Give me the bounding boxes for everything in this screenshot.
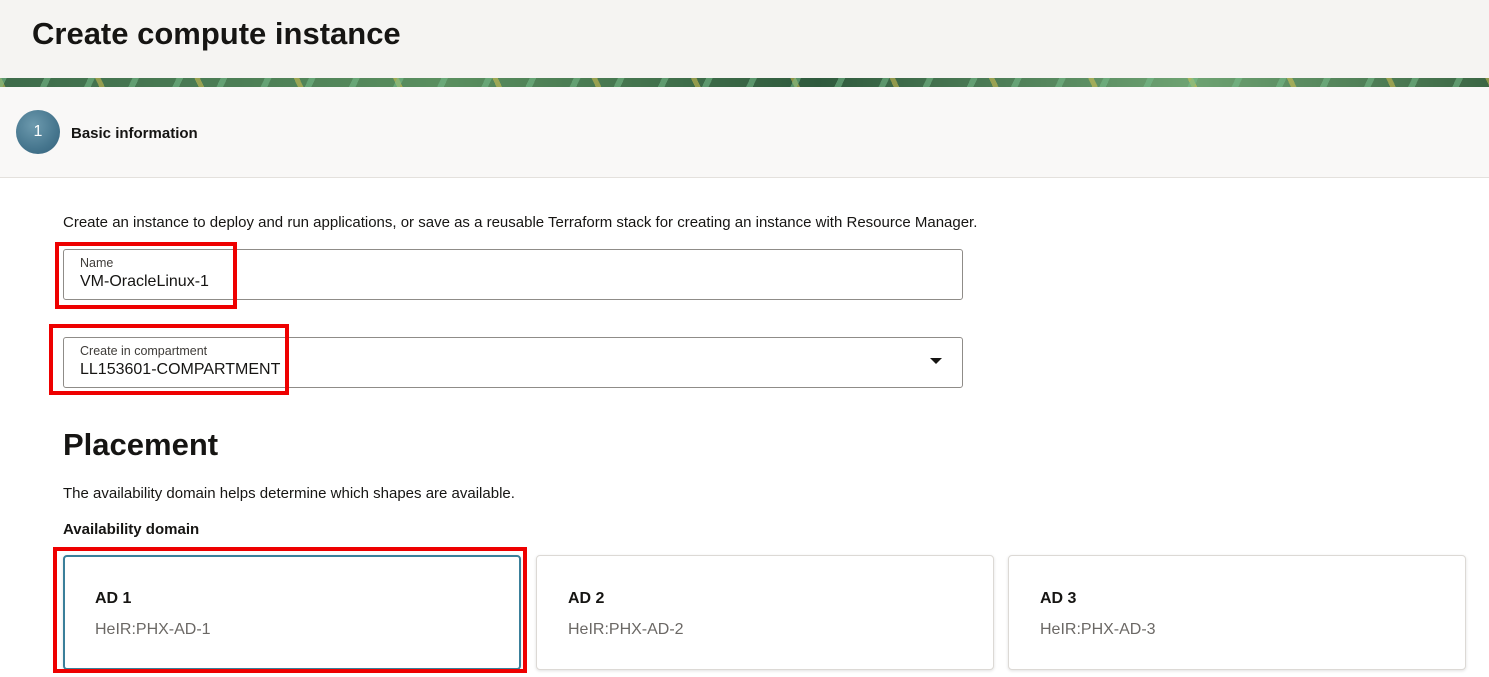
placement-description: The availability domain helps determine … bbox=[63, 485, 515, 502]
ad-card-3[interactable]: AD 3 HeIR:PHX-AD-3 bbox=[1008, 555, 1466, 670]
ad-card-id: HeIR:PHX-AD-3 bbox=[1040, 621, 1156, 638]
ad-card-2[interactable]: AD 2 HeIR:PHX-AD-2 bbox=[536, 555, 994, 670]
placement-title: Placement bbox=[63, 427, 219, 462]
ad-card-title: AD 1 bbox=[95, 590, 132, 607]
step-label[interactable]: Basic information bbox=[71, 125, 198, 142]
ad-card-title: AD 3 bbox=[1040, 590, 1077, 607]
intro-text: Create an instance to deploy and run app… bbox=[63, 214, 978, 231]
ad-card-id: HeIR:PHX-AD-2 bbox=[568, 621, 684, 638]
page-header: Create compute instance bbox=[0, 0, 1489, 78]
availability-domain-label: Availability domain bbox=[63, 521, 200, 538]
chevron-down-icon[interactable] bbox=[930, 358, 942, 364]
name-field-value[interactable]: VM-OracleLinux-1 bbox=[80, 273, 209, 291]
ad-card-id: HeIR:PHX-AD-1 bbox=[95, 621, 211, 638]
step-number-badge[interactable]: 1 bbox=[16, 110, 60, 154]
compartment-select[interactable]: Create in compartment LL153601-COMPARTME… bbox=[63, 337, 963, 388]
compartment-field-label: Create in compartment bbox=[80, 344, 208, 358]
name-field-label: Name bbox=[80, 256, 114, 270]
compartment-field-value[interactable]: LL153601-COMPARTMENT bbox=[80, 361, 280, 379]
name-field[interactable]: Name VM-OracleLinux-1 bbox=[63, 249, 963, 300]
stepper: 1 Basic information bbox=[0, 87, 1489, 178]
page-title: Create compute instance bbox=[32, 16, 401, 51]
ad-card-1[interactable]: AD 1 HeIR:PHX-AD-1 bbox=[63, 555, 521, 670]
decorative-banner bbox=[0, 78, 1489, 87]
ad-card-title: AD 2 bbox=[568, 590, 605, 607]
